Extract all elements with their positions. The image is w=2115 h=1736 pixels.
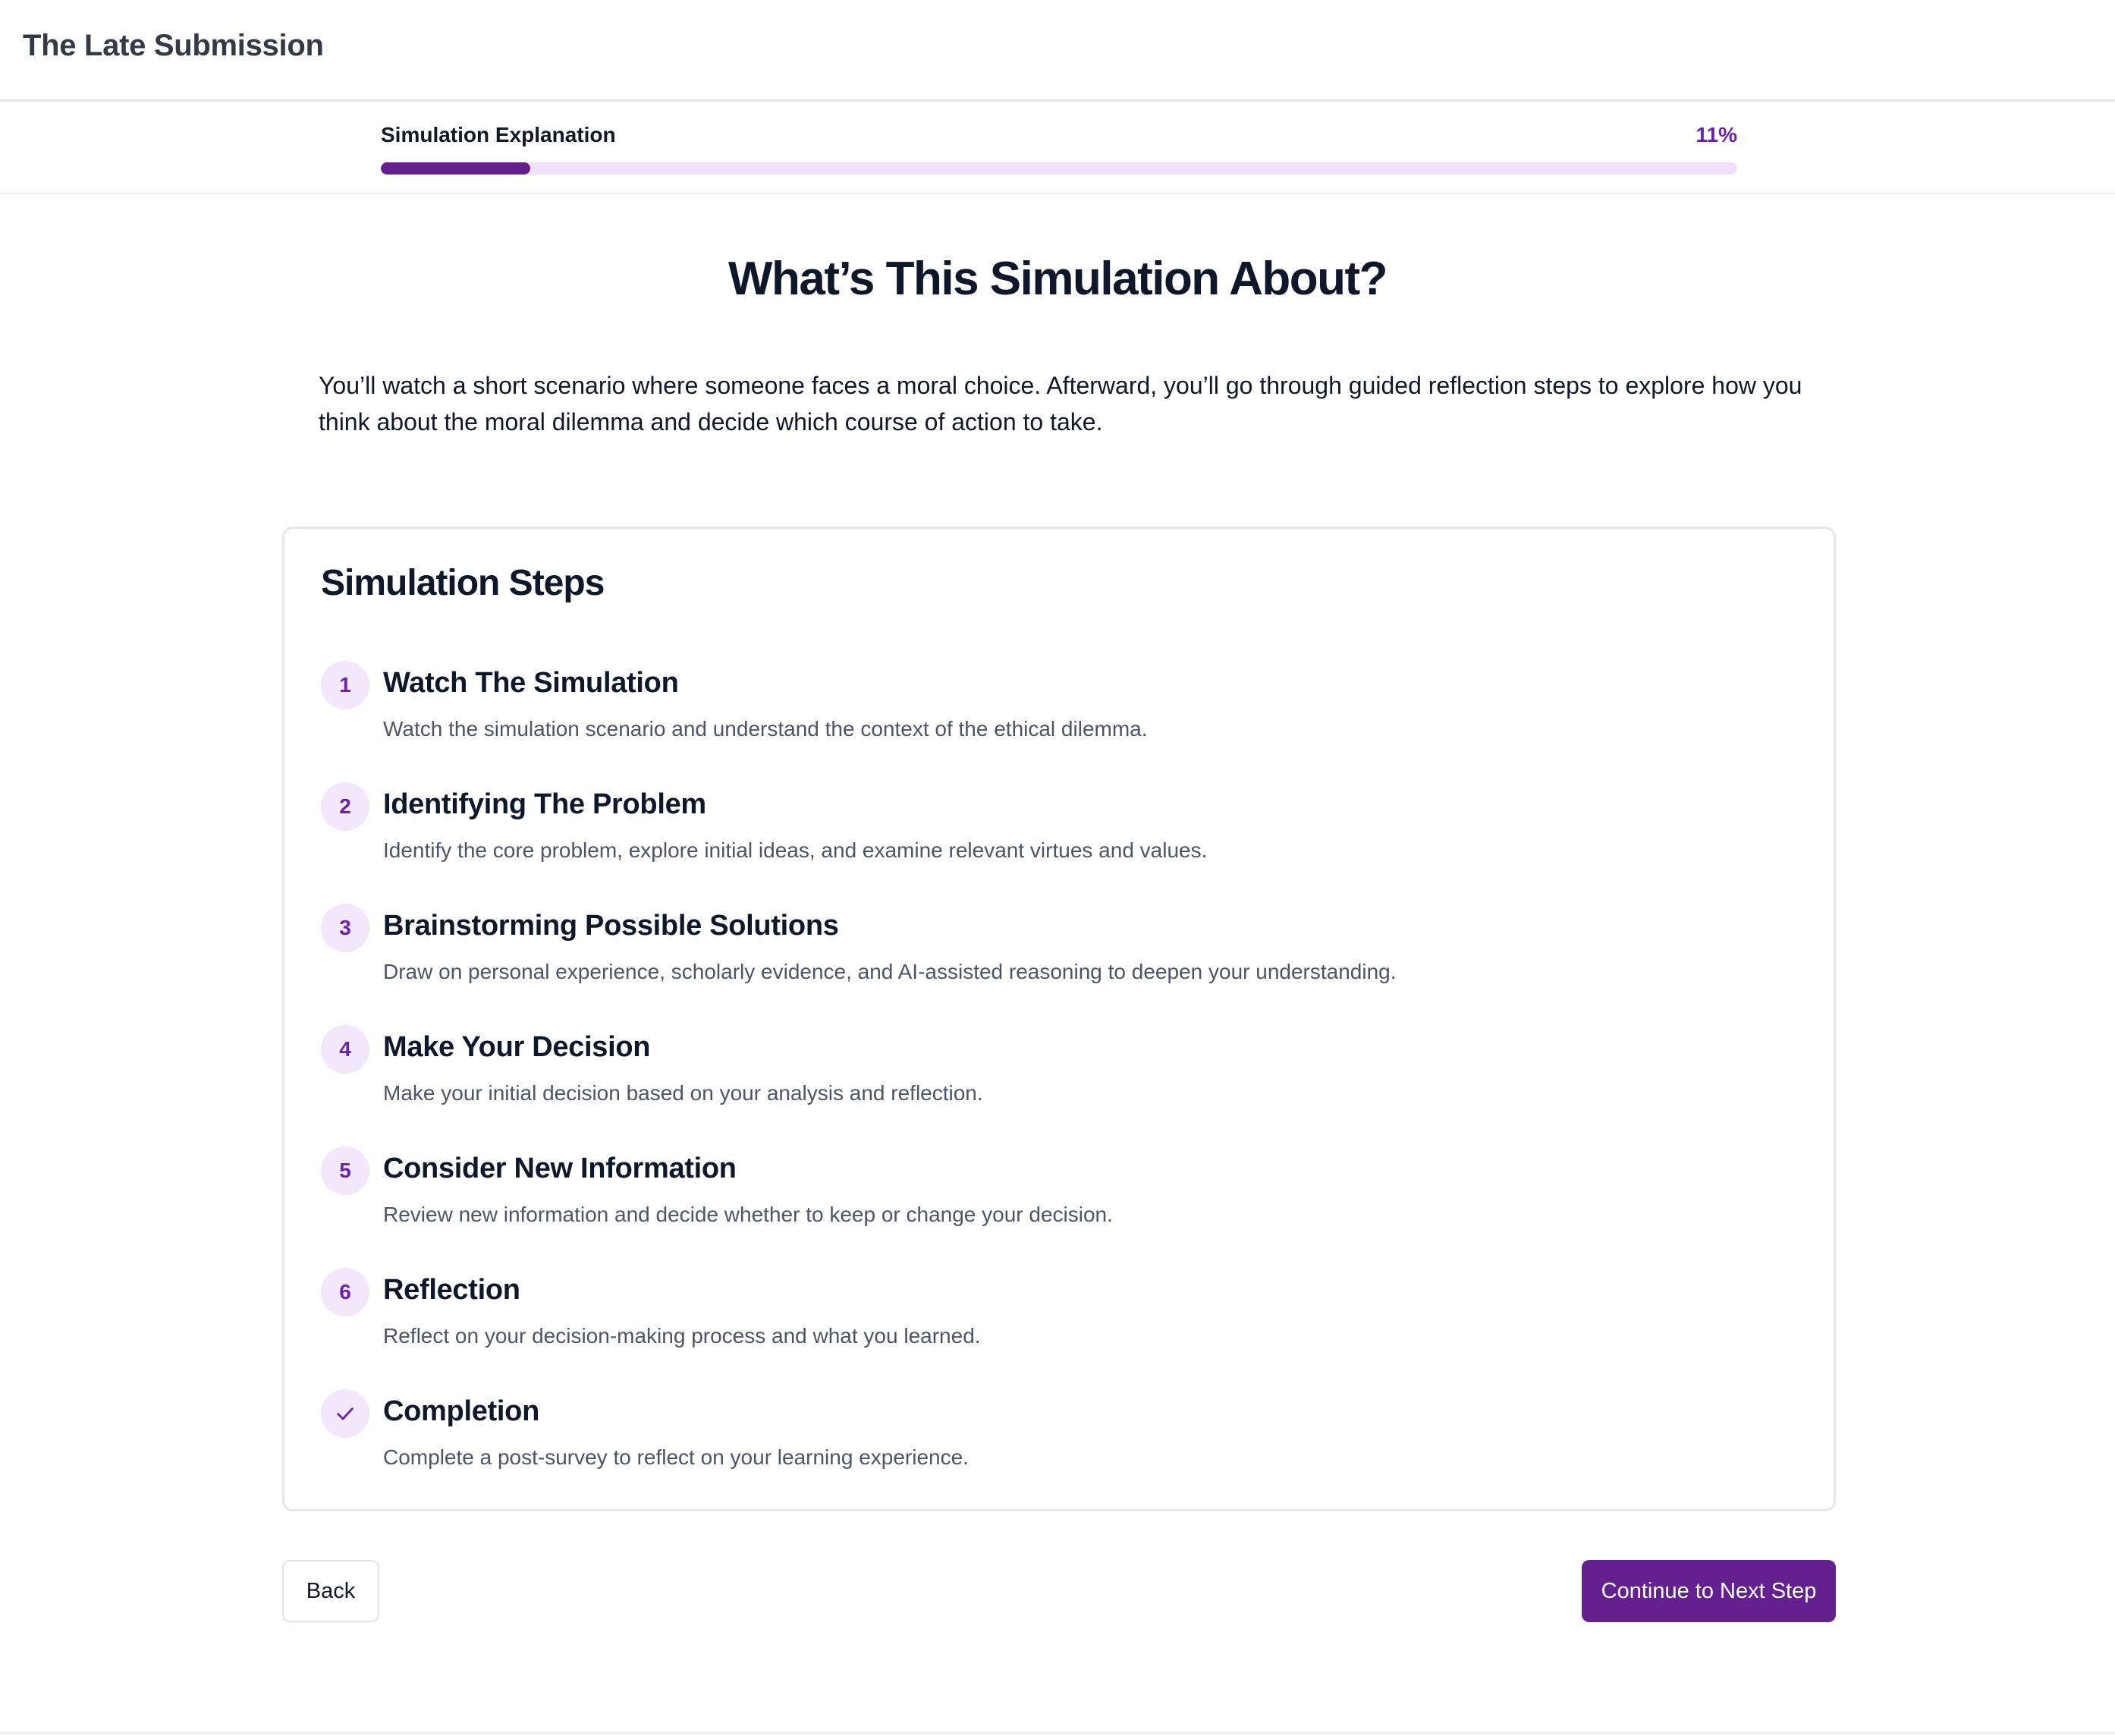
step-description: Identify the core problem, explore initi…: [383, 838, 1208, 862]
step-title: Consider New Information: [383, 1153, 737, 1184]
step-item: Completion Complete a post-survey to ref…: [321, 1389, 1800, 1511]
step-title: Reflection: [383, 1274, 520, 1306]
top-bar: The Late Submission: [0, 0, 2115, 102]
step-title: Identifying The Problem: [383, 788, 706, 820]
step-number: 2: [321, 782, 369, 831]
step-description: Watch the simulation scenario and unders…: [383, 717, 1148, 741]
step-title: Completion: [383, 1395, 539, 1427]
step-number: 5: [321, 1146, 369, 1195]
simulation-steps-card: Simulation Steps 1 Watch The Simulation …: [282, 527, 1836, 1511]
step-item: 1 Watch The Simulation Watch the simulat…: [321, 661, 1800, 782]
step-description: Reflect on your decision-making process …: [383, 1324, 981, 1348]
step-item: 6 Reflection Reflect on your decision-ma…: [321, 1268, 1800, 1389]
step-description: Make your initial decision based on your…: [383, 1081, 983, 1105]
progress-section: Simulation Explanation 11%: [0, 102, 2115, 194]
steps-list: 1 Watch The Simulation Watch the simulat…: [321, 661, 1800, 1511]
step-item: 5 Consider New Information Review new in…: [321, 1146, 1800, 1268]
continue-button[interactable]: Continue to Next Step: [1582, 1560, 1836, 1622]
step-description: Draw on personal experience, scholarly e…: [383, 960, 1397, 983]
step-description: Review new information and decide whethe…: [383, 1203, 1113, 1226]
step-item: 4 Make Your Decision Make your initial d…: [321, 1025, 1800, 1146]
step-title: Brainstorming Possible Solutions: [383, 910, 839, 942]
app-title: The Late Submission: [23, 29, 324, 62]
check-icon: [321, 1389, 369, 1438]
step-item: 3 Brainstorming Possible Solutions Draw …: [321, 904, 1800, 1025]
progress-bar: [381, 162, 1737, 175]
page: The Late Submission Simulation Explanati…: [0, 0, 2115, 1736]
step-number: 1: [321, 661, 369, 709]
step-title: Make Your Decision: [383, 1031, 651, 1063]
step-number: 4: [321, 1025, 369, 1074]
page-title: What’s This Simulation About?: [728, 253, 1388, 305]
progress-percent: 11%: [1695, 123, 1738, 146]
step-number: 3: [321, 904, 369, 952]
progress-bar-fill: [381, 162, 530, 175]
step-title: Watch The Simulation: [383, 667, 679, 699]
back-button[interactable]: Back: [282, 1560, 379, 1622]
step-number: 6: [321, 1268, 369, 1316]
bottom-divider: [0, 1731, 2115, 1734]
step-item: 2 Identifying The Problem Identify the c…: [321, 782, 1800, 904]
progress-label: Simulation Explanation: [381, 123, 616, 146]
intro-text: You’ll watch a short scenario where some…: [319, 372, 1802, 436]
step-description: Complete a post-survey to reflect on you…: [383, 1445, 969, 1469]
card-title: Simulation Steps: [321, 563, 605, 603]
